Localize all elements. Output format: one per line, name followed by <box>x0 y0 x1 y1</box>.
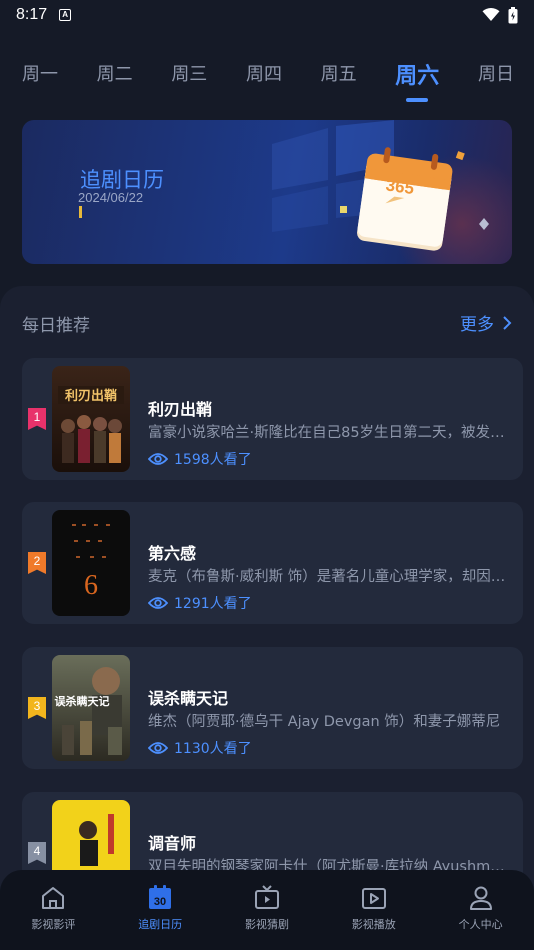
item-views: 1130人看了 <box>148 738 252 758</box>
tab-thursday[interactable]: 周四 <box>246 52 282 86</box>
item-title: 利刃出鞘 <box>148 400 213 419</box>
tab-sunday[interactable]: 周日 <box>478 52 514 86</box>
list-item[interactable]: 3 误杀瞒天记 误杀瞒天记 维杰（阿贾耶·德乌干 Ajay Devgan 饰）和… <box>22 647 523 769</box>
user-icon <box>469 886 492 910</box>
list-item[interactable]: 1 利刃出鞘 利刃出鞘 富豪小说家哈兰·斯隆比在自己85岁生日第二天，被发现死在… <box>22 358 523 480</box>
item-views: 1598人看了 <box>148 449 252 469</box>
more-button[interactable]: 更多 <box>460 310 512 335</box>
calendar-icon: 30 <box>149 885 172 909</box>
more-label: 更多 <box>460 315 494 335</box>
tab-monday[interactable]: 周一 <box>22 52 58 86</box>
status-time: 8:17 <box>16 6 48 23</box>
banner-date: 2024/06/22 <box>78 190 144 205</box>
views-count: 1130人看了 <box>174 741 252 757</box>
wifi-icon <box>482 8 500 21</box>
nav-calendar[interactable]: 30 追剧日历 <box>110 884 210 932</box>
calendar-illustration: 365 <box>272 120 489 251</box>
home-icon <box>42 887 65 909</box>
nav-reviews[interactable]: 影视影评 <box>3 884 103 932</box>
battery-icon <box>508 6 518 23</box>
rank-badge: 2 <box>28 552 46 574</box>
poster-1-title: 利刃出鞘 <box>65 388 117 404</box>
eye-icon <box>148 742 168 754</box>
eye-icon <box>148 597 168 609</box>
nav-profile[interactable]: 个人中心 <box>431 884 531 932</box>
tab-saturday[interactable]: 周六 <box>395 52 439 90</box>
item-title: 调音师 <box>148 834 197 853</box>
eye-icon <box>148 453 168 465</box>
item-description: 富豪小说家哈兰·斯隆比在自己85岁生日第二天，被发现死在家中 <box>148 425 508 441</box>
poster-image: 6 <box>52 510 130 616</box>
views-count: 1291人看了 <box>174 596 252 612</box>
tab-wednesday[interactable]: 周三 <box>171 52 207 86</box>
daily-recommend-sheet: 每日推荐 更多 1 利刃出鞘 利刃出鞘 富豪小说家哈兰·斯隆比在自己85岁生日第… <box>0 286 534 950</box>
calendar-badge: 30 <box>154 896 166 908</box>
section-title: 每日推荐 <box>22 316 90 336</box>
calendar-banner[interactable]: 365 追剧日历 2024/06/22 <box>22 120 512 264</box>
list-item[interactable]: 2 6 第六感 麦克（布鲁斯·威利斯 饰）是著名儿童心理学家，却因一次失败 12… <box>22 502 523 624</box>
poster-image: 利刃出鞘 <box>52 366 130 472</box>
item-title: 第六感 <box>148 544 197 563</box>
week-tabs: 周一 周二 周三 周四 周五 周六 周日 <box>0 52 534 102</box>
rank-badge: 3 <box>28 697 46 719</box>
a-icon: A <box>59 9 72 21</box>
poster-image: 误杀瞒天记 <box>52 655 130 761</box>
tab-tuesday[interactable]: 周二 <box>97 52 133 86</box>
rank-badge: 1 <box>28 408 46 430</box>
nav-label: 影视影评 <box>31 918 76 931</box>
banner-date-marker <box>79 206 82 218</box>
nav-label: 影视猜剧 <box>244 918 289 931</box>
tab-friday[interactable]: 周五 <box>321 52 357 86</box>
poster-3-title: 误杀瞒天记 <box>55 694 110 708</box>
bottom-nav: 影视影评 30 追剧日历 影视猜剧 影视播放 个人中心 <box>0 870 534 950</box>
item-views: 1291人看了 <box>148 593 252 613</box>
item-description: 维杰（阿贾耶·德乌干 Ajay Devgan 饰）和妻子娜蒂尼 <box>148 714 501 730</box>
nav-label: 追剧日历 <box>138 918 183 931</box>
calendar-number: 365 <box>385 175 416 198</box>
play-icon <box>361 888 386 909</box>
status-bar: 8:17 A <box>0 0 534 30</box>
item-description: 麦克（布鲁斯·威利斯 饰）是著名儿童心理学家，却因一次失败 <box>148 569 508 585</box>
nav-guess[interactable]: 影视猜剧 <box>217 884 317 932</box>
chevron-right-icon <box>503 315 512 330</box>
item-title: 误杀瞒天记 <box>148 689 229 708</box>
nav-label: 个人中心 <box>458 918 503 931</box>
views-count: 1598人看了 <box>174 452 252 468</box>
poster-2-title: 6 <box>84 570 98 601</box>
tv-icon <box>254 885 279 909</box>
nav-label: 影视播放 <box>351 918 396 931</box>
rank-badge: 4 <box>28 842 46 864</box>
nav-play[interactable]: 影视播放 <box>324 884 424 932</box>
